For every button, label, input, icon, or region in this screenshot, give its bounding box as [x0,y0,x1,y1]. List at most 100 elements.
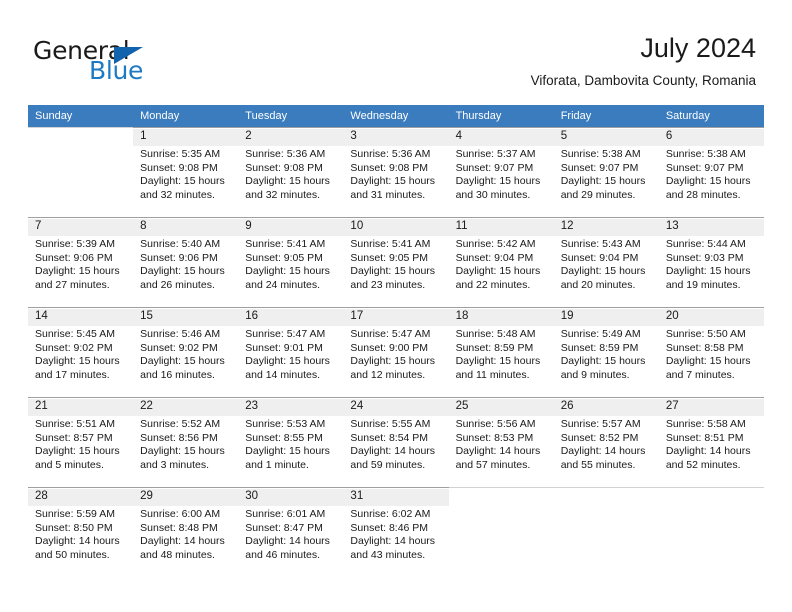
day-details: Sunrise: 5:38 AM Sunset: 9:07 PM Daylight:… [561,148,653,202]
day-cell[interactable]: 11 Sunrise: 5:42 AM Sunset: 9:04 PM Dayligh… [448,217,554,307]
sunset-text: Sunset: 9:05 PM [245,251,323,264]
location-subtitle: Viforata, Dambovita County, Romania [530,73,756,88]
daylight-text-line2: and 22 minutes. [455,278,531,291]
day-cell[interactable]: 12 Sunrise: 5:43 AM Sunset: 9:04 PM Dayligh… [553,217,659,307]
day-number: 18 [455,310,469,322]
day-cell[interactable]: 8 Sunrise: 5:40 AM Sunset: 9:06 PM Daylight… [133,217,239,307]
logo-text-blue: Blue [89,56,144,85]
day-cell[interactable]: 23 Sunrise: 5:53 AM Sunset: 8:55 PM Dayligh… [238,397,344,487]
day-cell[interactable]: 1 Sunrise: 5:35 AM Sunset: 9:08 PM Daylight… [133,127,239,217]
daylight-text-line2: and 32 minutes. [245,188,320,201]
day-cell[interactable]: 21 Sunrise: 5:51 AM Sunset: 8:57 PM Dayligh… [28,397,134,487]
sunrise-text: Sunrise: 5:43 AM [560,238,641,250]
calendar-cell: 8 Sunrise: 5:40 AM Sunset: 9:06 PM Daylight… [133,217,239,307]
calendar-table: Sunday Monday Tuesday Wednesday Thursday… [28,105,764,577]
sunset-text: Sunset: 8:59 PM [560,341,639,354]
day-cell[interactable]: 18 Sunrise: 5:48 AM Sunset: 8:59 PM Dayligh… [448,307,554,397]
calendar-cell: 22 Sunrise: 5:52 AM Sunset: 8:56 PM Dayligh… [133,397,239,487]
day-cell[interactable]: 10 Sunrise: 5:41 AM Sunset: 9:05 PM Dayligh… [343,217,449,307]
day-number: 3 [350,130,357,142]
day-number: 22 [140,400,153,412]
calendar-cell: 3 Sunrise: 5:36 AM Sunset: 9:08 PM Daylight… [343,127,449,217]
day-cell[interactable]: 16 Sunrise: 5:47 AM Sunset: 9:01 PM Dayligh… [238,307,344,397]
day-number: 5 [560,130,568,142]
sunset-text: Sunset: 8:46 PM [350,521,429,534]
day-cell[interactable]: 6 Sunrise: 5:38 AM Sunset: 9:07 PM Daylight… [658,127,764,217]
day-number: 29 [140,490,153,502]
calendar-body: 1 Sunrise: 5:35 AM Sunset: 9:08 PM Daylight… [28,127,764,577]
day-cell[interactable]: 29 Sunrise: 6:00 AM Sunset: 8:48 PM Dayligh… [133,487,239,577]
calendar-week-row: 28 Sunrise: 5:59 AM Sunset: 8:50 PM Dayligh… [28,487,764,577]
daylight-text-line2: and 52 minutes. [665,458,741,471]
day-cell[interactable]: 27 Sunrise: 5:58 AM Sunset: 8:51 PM Dayligh… [658,397,764,487]
sunrise-text: Sunrise: 5:41 AM [245,238,326,250]
daylight-text-line2: and 11 minutes. [455,368,530,381]
day-cell[interactable]: 15 Sunrise: 5:46 AM Sunset: 9:02 PM Dayligh… [133,307,239,397]
daylight-text-line1: Daylight: 15 hours [140,175,225,188]
calendar-cell [448,487,554,577]
weekday-header-friday: Friday [553,105,659,127]
day-cell[interactable]: 24 Sunrise: 5:55 AM Sunset: 8:54 PM Dayligh… [343,397,449,487]
day-cell[interactable]: 4 Sunrise: 5:37 AM Sunset: 9:07 PM Daylight… [448,127,554,217]
day-number: 6 [665,130,673,142]
calendar-cell: 26 Sunrise: 5:57 AM Sunset: 8:52 PM Dayligh… [553,397,659,487]
day-number: 15 [140,310,153,322]
day-cell[interactable]: 13 Sunrise: 5:44 AM Sunset: 9:03 PM Dayligh… [658,217,764,307]
day-cell[interactable]: 17 Sunrise: 5:47 AM Sunset: 9:00 PM Dayligh… [343,307,449,397]
day-cell[interactable]: 3 Sunrise: 5:36 AM Sunset: 9:08 PM Daylight… [343,127,449,217]
day-cell[interactable]: 31 Sunrise: 6:02 AM Sunset: 8:46 PM Dayligh… [343,487,449,577]
daylight-text-line2: and 31 minutes. [350,188,426,201]
day-cell[interactable]: 28 Sunrise: 5:59 AM Sunset: 8:50 PM Dayligh… [28,487,134,577]
daylight-text-line1: Daylight: 14 hours [350,445,436,458]
sunrise-text: Sunrise: 5:38 AM [560,148,641,160]
daylight-text-line2: and 20 minutes. [560,278,636,291]
sunrise-text: Sunrise: 6:00 AM [140,508,221,520]
calendar-cell: 4 Sunrise: 5:37 AM Sunset: 9:07 PM Daylight… [448,127,554,217]
day-details: Sunrise: 5:40 AM Sunset: 9:06 PM Daylight:… [140,238,232,292]
daylight-text-line2: and 57 minutes. [455,458,531,471]
day-cell[interactable]: 25 Sunrise: 5:56 AM Sunset: 8:53 PM Dayligh… [448,397,554,487]
sunset-text: Sunset: 8:58 PM [665,341,744,354]
day-cell[interactable]: 20 Sunrise: 5:50 AM Sunset: 8:58 PM Dayligh… [658,307,764,397]
calendar-cell: 1 Sunrise: 5:35 AM Sunset: 9:08 PM Daylight… [133,127,239,217]
sunset-text: Sunset: 9:04 PM [560,251,639,264]
day-cell[interactable]: 7 Sunrise: 5:39 AM Sunset: 9:06 PM Daylight… [28,217,134,307]
daylight-text-line2: and 32 minutes. [140,188,215,201]
day-cell[interactable]: 30 Sunrise: 6:01 AM Sunset: 8:47 PM Dayligh… [238,487,344,577]
daylight-text-line1: Daylight: 14 hours [350,535,436,548]
day-details: Sunrise: 5:41 AM Sunset: 9:05 PM Daylight:… [245,238,337,292]
sunrise-text: Sunrise: 5:36 AM [245,148,326,160]
daylight-text-line2: and 50 minutes. [35,548,110,561]
sunset-text: Sunset: 9:03 PM [665,251,744,264]
general-blue-logo[interactable]: General Blue [33,36,233,86]
day-cell[interactable]: 22 Sunrise: 5:52 AM Sunset: 8:56 PM Dayligh… [133,397,239,487]
sunset-text: Sunset: 9:05 PM [350,251,429,264]
day-cell[interactable]: 5 Sunrise: 5:38 AM Sunset: 9:07 PM Daylight… [553,127,659,217]
day-details: Sunrise: 5:42 AM Sunset: 9:04 PM Daylight:… [456,238,548,292]
day-details: Sunrise: 5:51 AM Sunset: 8:57 PM Daylight:… [35,418,127,472]
calendar-cell: 17 Sunrise: 5:47 AM Sunset: 9:00 PM Dayligh… [343,307,449,397]
day-cell[interactable]: 26 Sunrise: 5:57 AM Sunset: 8:52 PM Dayligh… [553,397,659,487]
daylight-text-line1: Daylight: 15 hours [35,445,120,458]
day-number: 4 [455,130,462,142]
daylight-text-line1: Daylight: 14 hours [665,445,751,458]
daylight-text-line2: and 55 minutes. [560,458,636,471]
day-cell[interactable]: 9 Sunrise: 5:41 AM Sunset: 9:05 PM Daylight… [238,217,344,307]
daylight-text-line2: and 16 minutes. [140,368,215,381]
day-details: Sunrise: 5:44 AM Sunset: 9:03 PM Daylight:… [666,238,758,292]
daylight-text-line2: and 23 minutes. [350,278,426,291]
daylight-text-line1: Daylight: 15 hours [350,355,436,368]
day-cell-empty [553,487,659,577]
day-number: 14 [35,310,48,322]
day-cell[interactable]: 2 Sunrise: 5:36 AM Sunset: 9:08 PM Daylight… [238,127,344,217]
calendar-week-row: 14 Sunrise: 5:45 AM Sunset: 9:02 PM Dayligh… [28,307,764,397]
day-cell-empty [658,487,764,577]
day-details: Sunrise: 5:41 AM Sunset: 9:05 PM Daylight:… [350,238,442,292]
day-cell[interactable]: 14 Sunrise: 5:45 AM Sunset: 9:02 PM Dayligh… [28,307,134,397]
daylight-text-line1: Daylight: 15 hours [35,355,120,368]
sunset-text: Sunset: 9:07 PM [560,161,639,174]
calendar-week-row: 21 Sunrise: 5:51 AM Sunset: 8:57 PM Dayligh… [28,397,764,487]
sunset-text: Sunset: 8:51 PM [665,431,744,444]
sunset-text: Sunset: 9:08 PM [140,161,218,174]
day-cell[interactable]: 19 Sunrise: 5:49 AM Sunset: 8:59 PM Dayligh… [553,307,659,397]
